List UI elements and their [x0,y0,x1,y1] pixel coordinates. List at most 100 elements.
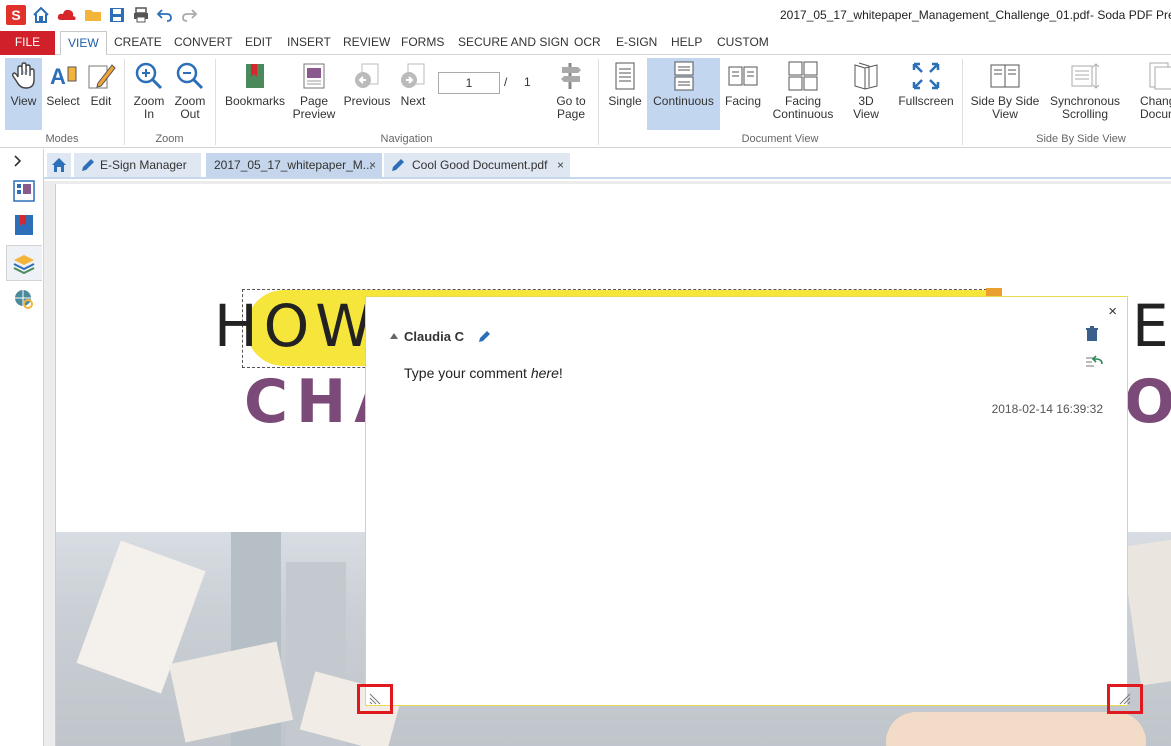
edit-pencil-icon [88,64,116,89]
menu-tab-convert[interactable]: CONVERT [167,31,239,55]
fullscreen-icon [912,62,940,90]
single-label: Single [608,94,642,108]
page-preview-button[interactable]: Page Preview [290,58,338,130]
reply-icon[interactable] [1085,354,1103,370]
menu-tab-insert[interactable]: INSERT [280,31,338,55]
close-tab-icon[interactable]: × [557,153,564,177]
select-mode-label: Select [46,94,80,108]
home-tab[interactable] [47,153,71,177]
bookmarks-label: Bookmarks [224,94,286,108]
signpost-icon [561,63,581,89]
expand-chevron-icon[interactable] [10,153,26,169]
hand-icon [11,62,35,89]
menu-tab-esign[interactable]: E-SIGN [609,31,664,55]
menu-tab-edit[interactable]: EDIT [238,31,279,55]
resize-grip-icon [1119,693,1131,705]
close-tab-icon[interactable]: × [369,153,376,177]
go-to-page-button[interactable]: Go to Page [551,58,591,130]
close-comment-icon[interactable]: × [1108,303,1117,320]
tab-esign-manager[interactable]: E-Sign Manager [74,153,201,177]
synchronous-scrolling-label: Synchronous Scrolling [1049,94,1121,121]
thumbnails-panel-icon[interactable] [12,179,36,203]
previous-label: Previous [343,94,391,108]
next-page-button[interactable]: Next [395,58,431,130]
ribbon: View A Select Edit Modes Zoom In Zoom Ou… [0,55,1171,148]
continuous-button[interactable]: Continuous [647,58,720,130]
view-mode-button[interactable]: View [5,58,42,130]
menu-tab-secure-and-sign[interactable]: SECURE AND SIGN [451,31,576,55]
delete-trash-icon[interactable] [1085,326,1099,342]
edit-mode-button[interactable]: Edit [84,58,118,130]
save-icon[interactable] [108,6,126,24]
bookmarks-panel-icon[interactable] [12,213,36,237]
sync-scroll-icon [1071,63,1100,89]
pen-icon [392,159,404,171]
zoom-in-button[interactable]: Zoom In [130,58,168,130]
menu-tab-ocr[interactable]: OCR [567,31,608,55]
menu-tab-forms[interactable]: FORMS [394,31,451,55]
synchronous-scrolling-button[interactable]: Synchronous Scrolling [1046,58,1124,130]
comment-popup[interactable]: Claudia C × Type your comment here! 2018… [365,296,1128,706]
comment-author: Claudia C [404,329,464,344]
title-bar: S 2017_05_17_whitepaper_Management_Chall… [0,0,1171,31]
next-label: Next [400,94,426,108]
tab-document-whitepaper[interactable]: 2017_05_17_whitepaper_M... × [206,153,382,177]
collapse-triangle-icon[interactable] [390,333,398,339]
select-text-icon: A [50,64,77,89]
fullscreen-button[interactable]: Fullscreen [897,58,955,130]
soda-logo-icon[interactable]: S [6,5,26,25]
menu-tab-review[interactable]: REVIEW [336,31,397,55]
home-icon [52,158,66,172]
zoom-out-button[interactable]: Zoom Out [171,58,209,130]
document-tabs: E-Sign Manager 2017_05_17_whitepaper_M..… [44,149,1171,179]
zoom-out-label: Zoom Out [174,94,206,121]
open-folder-icon[interactable] [84,6,102,24]
3d-view-button[interactable]: 3D View [847,58,885,130]
menu-tab-create[interactable]: CREATE [107,31,169,55]
menu-tab-view[interactable]: VIEW [60,31,107,56]
menu-tab-custom[interactable]: CUSTOM [710,31,776,55]
change-document-label: Change Document [1140,94,1171,121]
facing-continuous-label: Facing Continuous [772,94,834,121]
change-document-button[interactable]: Change Document [1128,58,1171,130]
links-panel-icon[interactable] [12,287,36,311]
continuous-pages-icon [674,61,693,91]
facing-continuous-button[interactable]: Facing Continuous [768,58,838,130]
print-icon[interactable] [132,6,150,24]
pen-icon [82,159,94,171]
page-number-input[interactable]: 1 [438,72,500,94]
3d-view-label: 3D View [853,94,879,121]
photo-flying-paper [1121,538,1171,686]
facing-button[interactable]: Facing [723,58,763,130]
tab-cool-good-document[interactable]: Cool Good Document.pdf × [384,153,570,177]
zoom-in-icon [135,62,163,90]
previous-page-button[interactable]: Previous [343,58,391,130]
resize-handle-bottom-right[interactable] [1107,684,1143,714]
home-icon[interactable] [32,6,50,24]
undo-icon[interactable] [156,6,174,24]
comment-text-start: Type your comment [404,365,531,381]
headline-line-1-right: EN [1132,292,1171,360]
edit-author-pencil-icon[interactable] [478,329,492,343]
menu-tab-help[interactable]: HELP [664,31,709,55]
page-total: 1 [524,75,531,89]
bookmarks-button[interactable]: Bookmarks [224,58,286,130]
menu-file[interactable]: FILE [0,31,55,55]
group-label-zoom: Zoom [155,133,184,145]
resize-handle-bottom-left[interactable] [357,684,393,714]
single-page-icon [615,62,635,90]
facing-pages-icon [728,66,758,86]
tab-esign-label: E-Sign Manager [100,158,187,172]
previous-arrow-icon [355,63,379,88]
comment-text[interactable]: Type your comment here! [404,365,563,381]
edit-mode-label: Edit [90,94,112,108]
comment-text-end: ! [558,365,563,381]
cloud-icon[interactable] [56,6,78,24]
page-separator: / [504,75,508,89]
side-by-side-view-button[interactable]: Side By Side View [970,58,1040,130]
redo-icon[interactable] [180,6,198,24]
menu-bar: FILE VIEW CREATE CONVERT EDIT INSERT REV… [0,31,1171,56]
svg-text:A: A [50,64,66,89]
select-mode-button[interactable]: A Select [45,58,81,130]
single-page-button[interactable]: Single [605,58,645,130]
